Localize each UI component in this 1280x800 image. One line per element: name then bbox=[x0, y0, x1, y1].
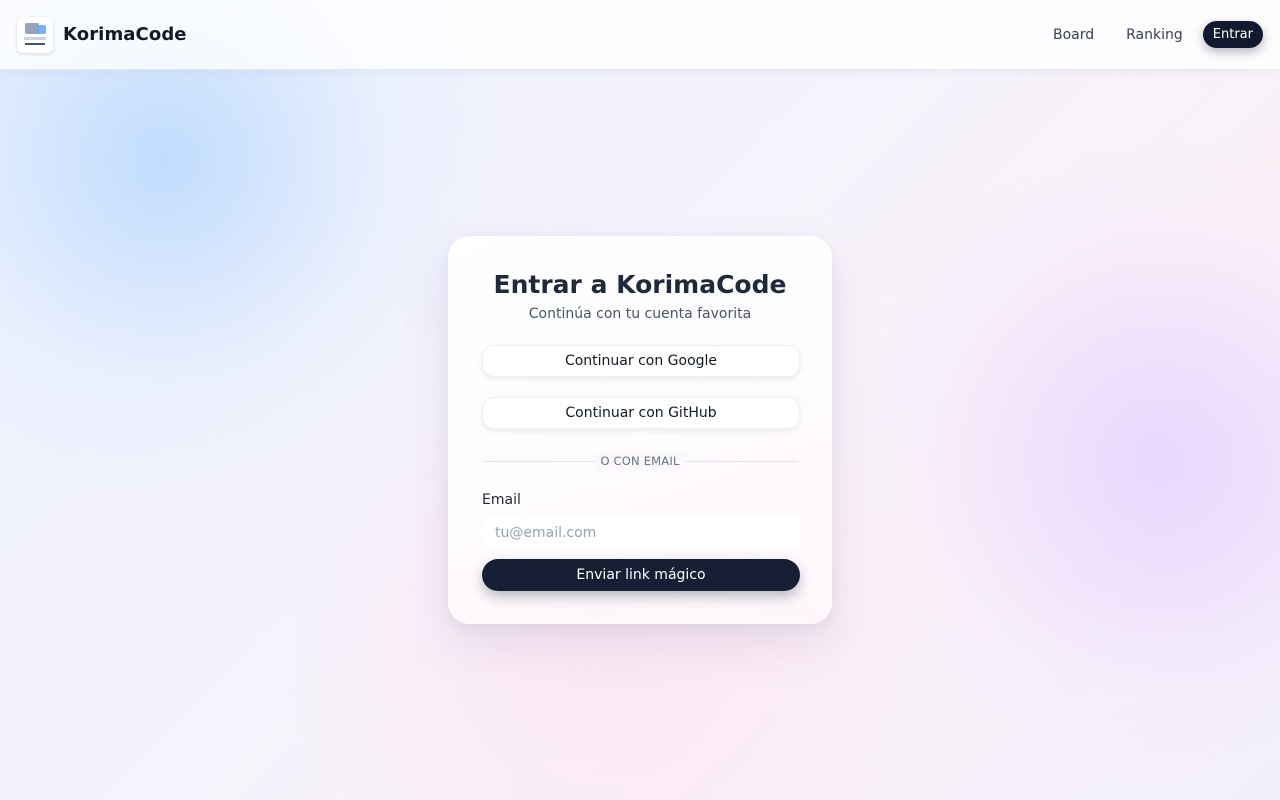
email-divider: O CON EMAIL bbox=[482, 452, 798, 470]
nav-login-button[interactable]: Entrar bbox=[1202, 21, 1263, 48]
login-card: Entrar a KorimaCode Continúa con tu cuen… bbox=[448, 236, 832, 624]
nav-link-ranking[interactable]: Ranking bbox=[1110, 21, 1199, 49]
login-subtitle: Continúa con tu cuenta favorita bbox=[528, 306, 752, 322]
google-login-button[interactable]: Continuar con Google bbox=[482, 345, 800, 377]
email-input[interactable] bbox=[482, 516, 800, 550]
email-label: Email bbox=[482, 492, 521, 508]
main-nav: Board Ranking Entrar bbox=[1037, 21, 1263, 49]
nav-link-board[interactable]: Board bbox=[1037, 21, 1110, 49]
brand-name: KorimaCode bbox=[63, 24, 187, 45]
korimacode-logo-icon bbox=[17, 16, 53, 53]
divider-label: O CON EMAIL bbox=[594, 452, 686, 470]
github-login-button[interactable]: Continuar con GitHub bbox=[482, 397, 800, 429]
login-title: Entrar a KorimaCode bbox=[493, 270, 787, 299]
top-navbar: KorimaCode Board Ranking Entrar bbox=[0, 0, 1280, 70]
send-magic-link-button[interactable]: Enviar link mágico bbox=[482, 559, 800, 591]
brand-home-link[interactable]: KorimaCode bbox=[17, 16, 187, 53]
